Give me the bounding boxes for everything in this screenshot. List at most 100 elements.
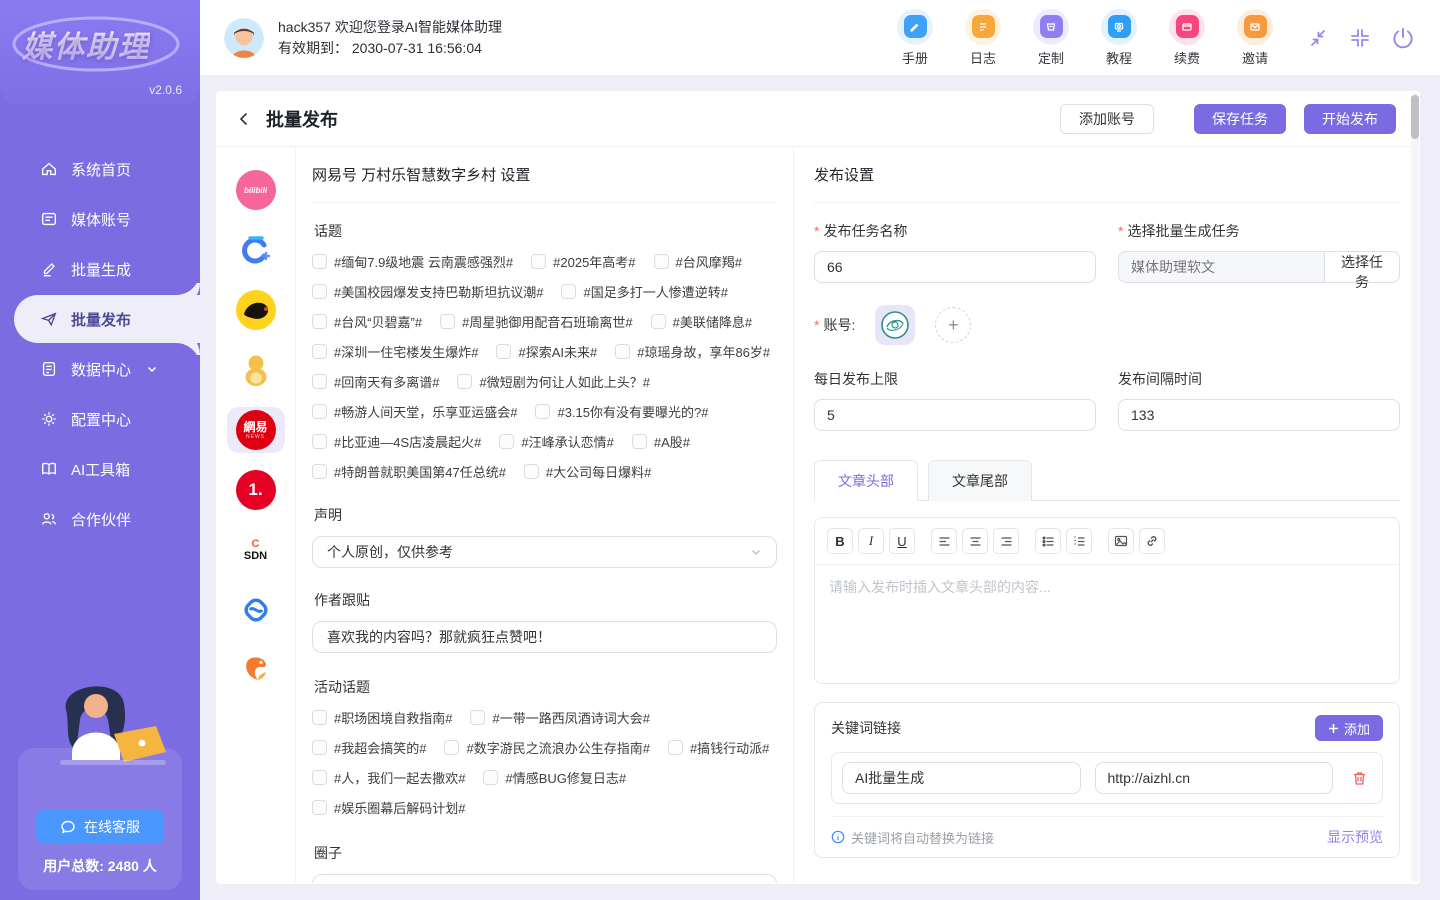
checkbox[interactable] — [312, 464, 327, 479]
topic-checkbox-item[interactable]: #比亚迪—4S店凌晨起火# — [312, 432, 481, 451]
checkbox[interactable] — [531, 254, 546, 269]
topic-checkbox-item[interactable]: #国足多打一人惨遭逆转# — [561, 282, 727, 301]
sidebar-item-partners[interactable]: 合作伙伴 — [0, 495, 200, 543]
sidebar-item-home[interactable]: 系统首页 — [0, 145, 200, 193]
topic-checkbox-item[interactable]: #探索AI未来# — [496, 342, 597, 361]
quick-action-renew[interactable]: 续费 — [1164, 9, 1210, 67]
topic-checkbox-item[interactable]: #A股# — [632, 432, 690, 451]
select-task-button[interactable]: 选择任务 — [1324, 251, 1400, 283]
topic-checkbox-item[interactable]: #汪峰承认恋情# — [499, 432, 613, 451]
checkbox[interactable] — [535, 404, 550, 419]
topic-checkbox-item[interactable]: #回南天有多离谱# — [312, 372, 439, 391]
tab-article-header[interactable]: 文章头部 — [814, 460, 918, 501]
keyword-input[interactable] — [842, 762, 1081, 794]
add-account-plus-button[interactable]: + — [935, 307, 971, 343]
platform-bilibili[interactable]: bilibili — [227, 167, 285, 213]
checkbox[interactable] — [312, 740, 327, 755]
activity-topic-checkbox-item[interactable]: #娱乐圈幕后解码计划# — [312, 798, 465, 817]
align-left-button[interactable] — [931, 528, 957, 554]
keyword-url-input[interactable] — [1095, 762, 1334, 794]
topic-checkbox-item[interactable]: #美国校园爆发支持巴勒斯坦抗议潮# — [312, 282, 543, 301]
platform-sohu-fox[interactable] — [227, 287, 285, 333]
checkbox[interactable] — [615, 344, 630, 359]
activity-topic-checkbox-item[interactable]: #数字游民之流浪办公生存指南# — [444, 738, 649, 757]
topic-checkbox-item[interactable]: #畅游人间天堂，乐享亚运盛会# — [312, 402, 517, 421]
align-center-button[interactable] — [962, 528, 988, 554]
checkbox[interactable] — [312, 710, 327, 725]
checkbox[interactable] — [499, 434, 514, 449]
checkbox[interactable] — [312, 374, 327, 389]
platform-csdn[interactable]: CSDN — [227, 527, 285, 573]
checkbox[interactable] — [312, 770, 327, 785]
add-account-button[interactable]: 添加账号 — [1060, 104, 1154, 134]
sidebar-item-batch-publish[interactable]: 批量发布 — [14, 295, 200, 343]
numbered-list-button[interactable] — [1066, 528, 1092, 554]
back-button[interactable] — [236, 111, 252, 127]
checkbox[interactable] — [470, 710, 485, 725]
checkbox[interactable] — [312, 344, 327, 359]
platform-blue-knot[interactable] — [227, 587, 285, 633]
quick-action-logs[interactable]: 日志 — [960, 9, 1006, 67]
checkbox[interactable] — [457, 374, 472, 389]
checkbox[interactable] — [654, 254, 669, 269]
quick-action-manual[interactable]: 手册 — [892, 9, 938, 67]
save-task-button[interactable]: 保存任务 — [1194, 104, 1286, 134]
italic-button[interactable]: I — [858, 528, 884, 554]
platform-qq-penguin[interactable] — [227, 347, 285, 393]
quick-action-custom[interactable]: 定制 — [1028, 9, 1074, 67]
checkbox[interactable] — [483, 770, 498, 785]
insert-image-button[interactable] — [1108, 528, 1134, 554]
checkbox[interactable] — [312, 284, 327, 299]
activity-topic-checkbox-item[interactable]: #我超会搞笑的# — [312, 738, 426, 757]
topic-checkbox-item[interactable]: #深圳一住宅楼发生爆炸# — [312, 342, 478, 361]
insert-link-button[interactable] — [1139, 528, 1165, 554]
topic-checkbox-item[interactable]: #琼瑶身故，享年86岁# — [615, 342, 770, 361]
align-right-button[interactable] — [993, 528, 1019, 554]
checkbox[interactable] — [312, 404, 327, 419]
topic-checkbox-item[interactable]: #2025年高考# — [531, 252, 635, 271]
delete-keyword-button[interactable] — [1347, 770, 1372, 787]
checkbox[interactable] — [312, 314, 327, 329]
topic-checkbox-item[interactable]: #3.15你有没有要曝光的?# — [535, 402, 708, 421]
platform-c-news[interactable] — [227, 227, 285, 273]
platform-dayu-fish[interactable] — [227, 647, 285, 693]
sidebar-item-batch-generate[interactable]: 批量生成 — [0, 245, 200, 293]
platform-netease-selected[interactable]: 網易NEWS — [227, 407, 285, 453]
activity-topic-checkbox-item[interactable]: #职场困境自救指南# — [312, 708, 452, 727]
checkbox[interactable] — [632, 434, 647, 449]
bullet-list-button[interactable] — [1035, 528, 1061, 554]
checkbox[interactable] — [496, 344, 511, 359]
topic-checkbox-item[interactable]: #台风“贝碧嘉”# — [312, 312, 422, 331]
activity-topic-checkbox-item[interactable]: #搞钱行动派# — [668, 738, 769, 757]
interval-input[interactable] — [1118, 399, 1400, 431]
editor-placeholder[interactable]: 请输入发布时插入文章头部的内容... — [815, 565, 1399, 683]
checkbox[interactable] — [440, 314, 455, 329]
activity-topic-checkbox-item[interactable]: #人，我们一起去撒欢# — [312, 768, 465, 787]
statement-select[interactable]: 个人原创，仅供参考 — [312, 536, 777, 568]
author-reply-input[interactable] — [312, 621, 777, 653]
shrink-window-icon[interactable] — [1306, 26, 1330, 50]
topic-checkbox-item[interactable]: #周星驰御用配音石班瑜离世# — [440, 312, 632, 331]
collapse-panels-icon[interactable] — [1348, 26, 1372, 50]
online-support-button[interactable]: 在线客服 — [36, 810, 164, 844]
checkbox[interactable] — [561, 284, 576, 299]
tab-article-footer[interactable]: 文章尾部 — [928, 460, 1032, 501]
keyword-add-button[interactable]: 添加 — [1315, 715, 1383, 741]
account-avatar[interactable] — [875, 305, 915, 345]
topic-checkbox-item[interactable]: #缅甸7.9级地震 云南震感强烈# — [312, 252, 513, 271]
topic-checkbox-item[interactable]: #台风摩羯# — [654, 252, 742, 271]
scrollbar-thumb[interactable] — [1411, 95, 1419, 139]
checkbox[interactable] — [444, 740, 459, 755]
sidebar-item-data-center[interactable]: 数据中心 — [0, 345, 200, 393]
sidebar-item-ai-toolbox[interactable]: AI工具箱 — [0, 445, 200, 493]
batch-task-input[interactable] — [1118, 251, 1324, 283]
checkbox[interactable] — [668, 740, 683, 755]
checkbox[interactable] — [312, 254, 327, 269]
topic-checkbox-item[interactable]: #微短剧为何让人如此上头？# — [457, 372, 649, 391]
bold-button[interactable]: B — [827, 528, 853, 554]
show-preview-link[interactable]: 显示预览 — [1327, 827, 1383, 847]
sidebar-item-config-center[interactable]: 配置中心 — [0, 395, 200, 443]
sidebar-item-media-accounts[interactable]: 媒体账号 — [0, 195, 200, 243]
topic-checkbox-item[interactable]: #美联储降息# — [651, 312, 752, 331]
scrollbar-track[interactable] — [1411, 93, 1419, 882]
